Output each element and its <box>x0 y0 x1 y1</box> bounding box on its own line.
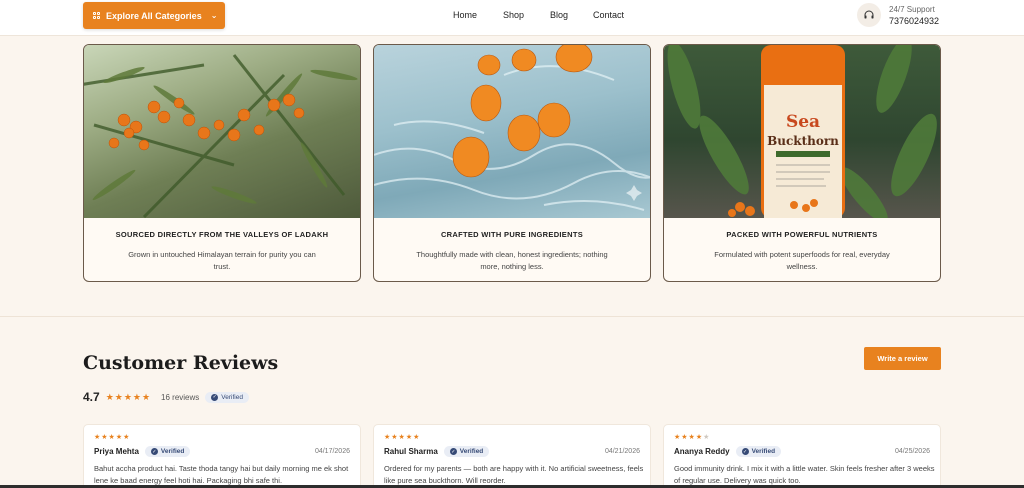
feature-title: CRAFTED WITH PURE INGREDIENTS <box>440 230 584 239</box>
feature-description: Grown in untouched Himalayan terrain for… <box>128 250 316 271</box>
explore-categories-label: Explore All Categories <box>106 10 202 21</box>
check-icon: ✓ <box>150 448 158 455</box>
check-icon: ✓ <box>211 393 219 401</box>
nav-contact[interactable]: Contact <box>593 10 624 20</box>
sea-buckthorn-bottle-image: Sea Buckthorn <box>664 45 940 218</box>
section-divider <box>0 316 1024 317</box>
nav-home[interactable]: Home <box>453 10 477 20</box>
headset-icon <box>857 3 881 27</box>
verified-badge: ✓ Verified <box>443 446 490 457</box>
reviewer-name: Ananya Reddy <box>674 447 730 456</box>
svg-text:Sea: Sea <box>786 112 820 132</box>
support-contact[interactable]: 24/7 Support 7376024932 <box>857 3 939 27</box>
svg-text:Buckthorn: Buckthorn <box>767 134 839 148</box>
feature-card-ladakh: SOURCED DIRECTLY FROM THE VALLEYS OF LAD… <box>83 44 361 282</box>
sea-buckthorn-branch-image <box>84 45 360 218</box>
berries-in-water-image <box>374 45 650 218</box>
review-date: 04/25/2026 <box>894 448 930 455</box>
review-card: ★★★★★ Ananya Reddy ✓ Verified 04/25/2026 … <box>663 424 941 488</box>
feature-title: PACKED WITH POWERFUL NUTRIENTS <box>726 230 878 239</box>
review-card: ★★★★★ Priya Mehta ✓ Verified 04/17/2026 B… <box>83 424 361 488</box>
review-body: Bahut accha product hai. Taste thoda tan… <box>94 464 349 485</box>
feature-card-nutrients: Sea Buckthorn PACKED WITH POWERFUL NUTRI… <box>663 44 941 282</box>
average-score: 4.7 <box>83 390 100 404</box>
verified-badge: ✓ Verified <box>205 391 249 403</box>
site-header: Explore All Categories ⌄ Home Shop Blog … <box>0 0 1024 36</box>
support-phone: 7376024932 <box>889 15 940 26</box>
review-date: 04/17/2026 <box>314 448 350 455</box>
feature-description: Formulated with potent superfoods for re… <box>714 250 890 271</box>
feature-description: Thoughtfully made with clean, honest ing… <box>416 250 608 271</box>
explore-categories-button[interactable]: Explore All Categories ⌄ <box>83 2 225 29</box>
reviewer: Rahul Sharma ✓ Verified <box>384 446 490 457</box>
review-stars: ★★★★★ <box>384 434 421 441</box>
chevron-down-icon: ⌄ <box>210 11 218 20</box>
check-icon: ✓ <box>741 448 749 455</box>
reviews-heading: Customer Reviews <box>83 352 279 374</box>
star-rating: ★★★★★ <box>105 391 152 402</box>
reviewer: Priya Mehta ✓ Verified <box>94 446 191 457</box>
support-label: 24/7 Support <box>889 4 935 14</box>
reviewer: Ananya Reddy ✓ Verified <box>674 446 782 457</box>
rating-summary: 4.7 ★★★★★ 16 reviews ✓ Verified <box>83 390 249 404</box>
review-body: Ordered for my parents — both are happy … <box>384 464 644 485</box>
review-stars: ★★★★★ <box>94 434 131 441</box>
review-stars: ★★★★★ <box>674 434 711 441</box>
verified-badge: ✓ Verified <box>735 446 782 457</box>
review-date: 04/21/2026 <box>604 448 640 455</box>
grid-icon <box>93 11 101 20</box>
review-body: Good immunity drink. I mix it with a lit… <box>674 464 935 485</box>
review-count: 16 reviews <box>161 392 200 402</box>
feature-title: SOURCED DIRECTLY FROM THE VALLEYS OF LAD… <box>115 230 329 239</box>
write-review-button[interactable]: Write a review <box>864 347 941 370</box>
reviewer-name: Priya Mehta <box>94 447 139 456</box>
reviewer-name: Rahul Sharma <box>384 447 438 456</box>
nav-shop[interactable]: Shop <box>503 10 524 20</box>
review-card: ★★★★★ Rahul Sharma ✓ Verified 04/21/2026 … <box>373 424 651 488</box>
feature-card-ingredients: CRAFTED WITH PURE INGREDIENTS Thoughtful… <box>373 44 651 282</box>
verified-badge: ✓ Verified <box>144 446 191 457</box>
check-icon: ✓ <box>449 448 457 455</box>
nav-blog[interactable]: Blog <box>550 10 568 20</box>
